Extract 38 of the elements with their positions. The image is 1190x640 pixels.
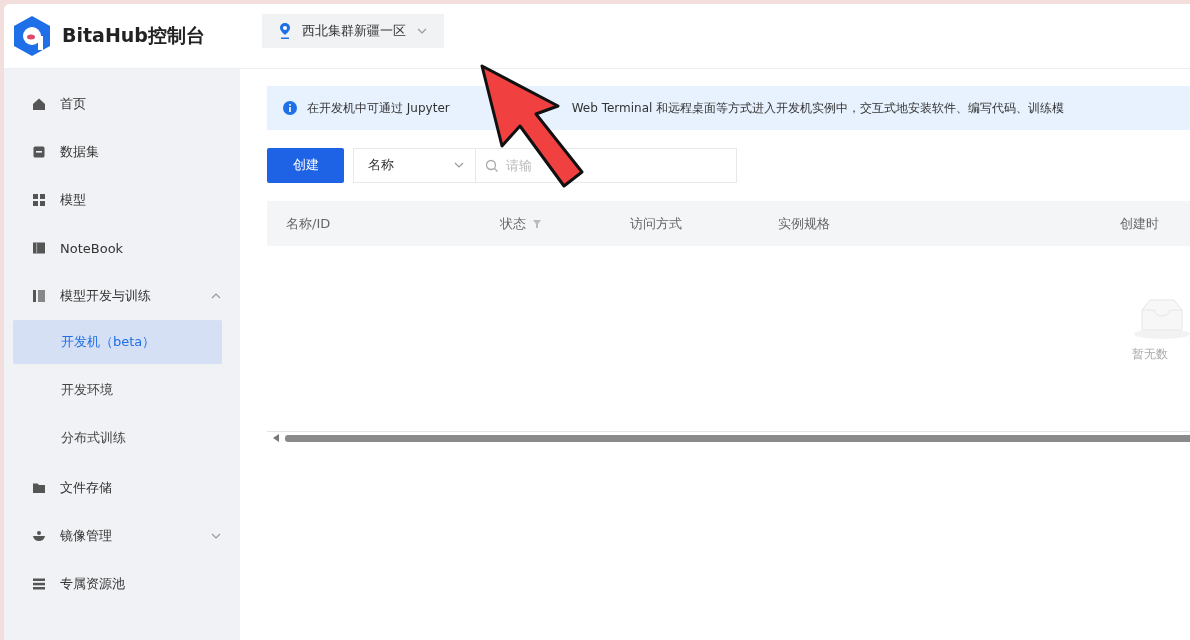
grid-icon [32, 193, 46, 207]
nav-item[interactable]: 数据集 [4, 128, 222, 176]
empty-message: 暂无数 [1132, 346, 1168, 363]
nav-subitem[interactable]: 分布式训练 [13, 416, 222, 460]
filter-icon [532, 218, 542, 229]
bowl-icon [32, 529, 46, 543]
create-button[interactable]: 创建 [267, 147, 344, 183]
nav-item[interactable]: NoteBook [4, 224, 222, 272]
column-header: 状态 [500, 214, 526, 233]
logo-icon [12, 14, 52, 58]
info-icon [283, 101, 297, 115]
home-icon [32, 97, 46, 111]
nav-item[interactable]: 模型 [4, 176, 222, 224]
nav-subitem[interactable]: 开发机（beta） [13, 320, 222, 364]
location-pin-icon [278, 22, 292, 40]
brand-title: BitaHub控制台 [62, 23, 205, 48]
book-icon [32, 241, 46, 255]
scroll-left-icon [273, 434, 279, 442]
column-header: 创建时 [1120, 214, 1159, 233]
columns-icon [32, 289, 46, 303]
column-header: 名称/ID [286, 214, 331, 233]
info-text: 在开发机中可通过 Jupyter [307, 99, 450, 117]
nav-item[interactable]: 镜像管理 [4, 512, 222, 560]
column-header: 访问方式 [630, 214, 682, 233]
column-header: 实例规格 [778, 214, 830, 233]
nav-item[interactable]: 专属资源池 [4, 560, 222, 608]
nav-item[interactable]: 首页 [4, 80, 222, 128]
region-selector[interactable]: 西北集群新疆一区 [262, 14, 444, 48]
nav-item[interactable]: 模型开发与训练 [4, 272, 222, 320]
region-value: 西北集群新疆一区 [302, 22, 406, 40]
search-icon [485, 158, 499, 173]
folder-icon [32, 481, 46, 495]
list-icon [32, 577, 46, 591]
box-icon [32, 145, 46, 159]
info-text: Web Terminal 和远程桌面等方式进入开发机实例中，交互式地安装软件、编写代码、训练模 [571, 99, 1065, 117]
nav-item[interactable]: 文件存储 [4, 464, 222, 512]
scrollbar-thumb[interactable] [285, 434, 1190, 442]
nav-subitem[interactable]: 开发环境 [13, 368, 222, 412]
